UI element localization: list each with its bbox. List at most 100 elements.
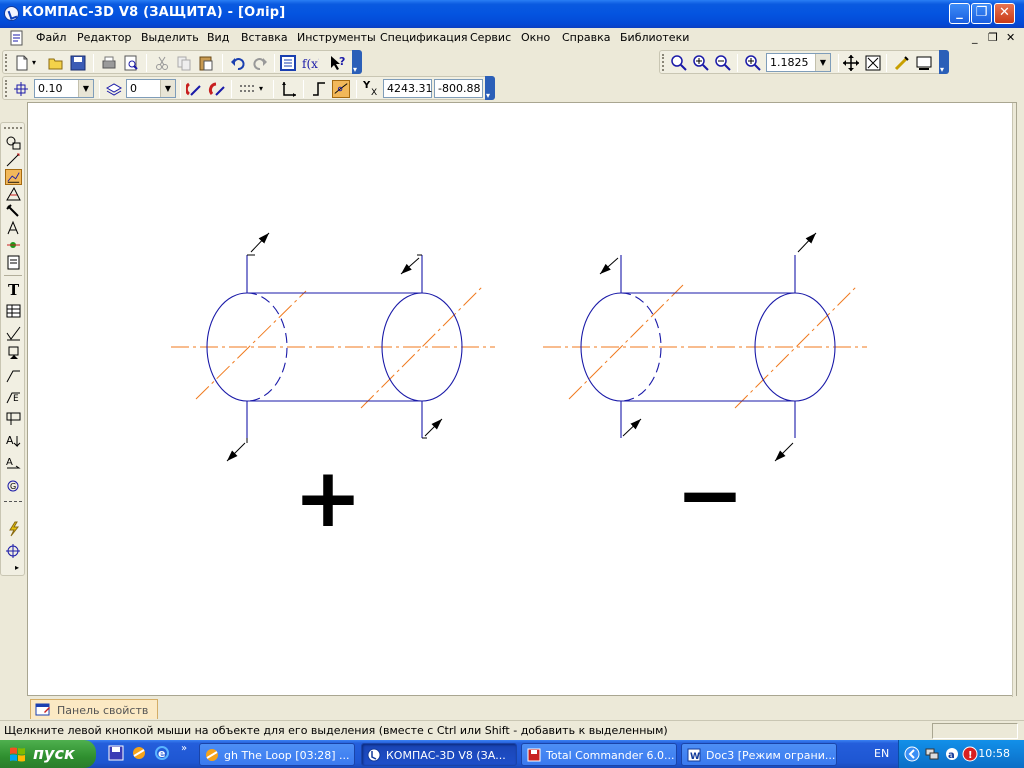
cursor-step-combo[interactable]: 0.10 ▼ <box>34 79 94 98</box>
show-hidden-icons-icon[interactable] <box>904 746 920 762</box>
menu-view[interactable]: Вид <box>207 31 229 44</box>
undo-icon[interactable] <box>229 54 247 72</box>
panel-more-icon[interactable]: ▸ <box>15 563 19 572</box>
coordinate-x-field[interactable]: 4243.31 <box>383 79 433 98</box>
pan-icon[interactable] <box>842 54 860 72</box>
clock[interactable]: 10:58 <box>978 747 1010 760</box>
drawing-canvas[interactable]: + − <box>27 102 1017 697</box>
layers-icon[interactable] <box>105 80 123 98</box>
cut-icon[interactable] <box>153 54 171 72</box>
maximize-button[interactable]: ❐ <box>971 3 992 24</box>
toolbar-grip[interactable] <box>5 80 8 97</box>
start-button[interactable]: пуск <box>0 740 96 768</box>
chevron-down-icon[interactable]: ▼ <box>160 80 175 97</box>
mdi-restore-button[interactable]: ❐ <box>988 31 998 44</box>
language-indicator[interactable]: EN <box>874 747 889 760</box>
menu-select[interactable]: Выделить <box>141 31 199 44</box>
cursor-step-icon[interactable] <box>12 80 30 98</box>
menu-service[interactable]: Сервис <box>470 31 511 44</box>
network-icon[interactable] <box>924 746 940 762</box>
mdi-close-button[interactable]: ✕ <box>1006 31 1015 44</box>
variables-fx-icon[interactable]: f(x) <box>301 54 319 72</box>
document-menu-icon[interactable] <box>8 30 26 46</box>
zoom-in-icon[interactable] <box>692 54 710 72</box>
toolbar-grip[interactable] <box>4 127 22 129</box>
menu-file[interactable]: Файл <box>36 31 66 44</box>
alert-icon[interactable]: ! <box>962 746 978 762</box>
taskbar-item-word-doc[interactable]: W Doc3 [Режим ограни... <box>681 743 837 766</box>
parametrization-icon[interactable] <box>5 186 22 202</box>
select-icon[interactable] <box>5 220 22 236</box>
toolbar-options-icon[interactable] <box>485 76 495 100</box>
taskbar-item-kompas[interactable]: КОМПАС-3D V8 (ЗА... <box>361 743 517 766</box>
menu-editor[interactable]: Редактор <box>77 31 132 44</box>
grid-icon[interactable] <box>238 80 256 98</box>
menu-libraries[interactable]: Библиотеки <box>620 31 689 44</box>
zoom-scale-combo[interactable]: 1.1825 ▼ <box>766 53 831 72</box>
constraints-icon[interactable] <box>5 237 22 253</box>
tab-properties-panel[interactable]: Панель свойств <box>30 699 158 719</box>
print-icon[interactable] <box>100 54 118 72</box>
toolbar-options-icon[interactable] <box>939 50 949 74</box>
zoom-out-icon[interactable] <box>714 54 732 72</box>
copy-icon[interactable] <box>175 54 193 72</box>
show-all-icon[interactable] <box>864 54 882 72</box>
lightning-icon[interactable] <box>5 521 22 537</box>
ortho-mode-icon[interactable] <box>310 80 328 98</box>
toolbar-grip[interactable] <box>662 54 665 71</box>
tolerance-icon[interactable] <box>5 410 22 426</box>
local-cs-icon[interactable] <box>280 80 298 98</box>
menu-insert[interactable]: Вставка <box>241 31 288 44</box>
grid-dropdown-icon[interactable]: ▾ <box>259 84 263 93</box>
menu-help[interactable]: Справка <box>562 31 610 44</box>
new-document-icon[interactable] <box>13 54 31 72</box>
menu-window[interactable]: Окно <box>521 31 550 44</box>
round-mode-icon[interactable] <box>332 80 350 98</box>
dimensions-icon[interactable] <box>5 152 22 168</box>
text-icon[interactable]: T <box>5 281 22 297</box>
table-icon[interactable] <box>5 303 22 319</box>
quicklaunch-save-icon[interactable] <box>108 745 124 761</box>
chevron-down-icon[interactable]: ▼ <box>815 54 830 71</box>
quicklaunch-more-icon[interactable]: » <box>181 743 187 754</box>
leader-icon[interactable] <box>5 368 22 384</box>
right-cylinder[interactable] <box>543 232 867 462</box>
geometry-icon[interactable] <box>5 135 22 151</box>
taskbar-item-total-commander[interactable]: Total Commander 6.0... <box>521 743 677 766</box>
refresh-image-icon[interactable] <box>893 54 911 72</box>
axis-label-icon[interactable]: A <box>5 433 22 449</box>
measure-icon[interactable] <box>5 203 22 219</box>
redo-icon[interactable] <box>251 54 269 72</box>
title-bar[interactable]: КОМПАС-3D V8 (ЗАЩИТА) - [Олір] _ ❐ ✕ <box>0 0 1024 28</box>
zoom-scale-icon[interactable] <box>744 54 762 72</box>
base-icon[interactable] <box>5 345 22 361</box>
quicklaunch-app-icon[interactable] <box>131 745 147 761</box>
taskbar-item-winamp[interactable]: gh The Loop [03:28] ... <box>199 743 355 766</box>
editing-icon[interactable] <box>5 169 22 185</box>
paste-icon[interactable] <box>197 54 215 72</box>
chevron-down-icon[interactable]: ▼ <box>78 80 93 97</box>
mdi-minimize-button[interactable]: _ <box>972 31 978 44</box>
save-icon[interactable] <box>69 54 87 72</box>
menu-specification[interactable]: Спецификация <box>380 31 467 44</box>
position-leader-icon[interactable]: E <box>5 389 22 405</box>
menu-tools[interactable]: Инструменты <box>297 31 376 44</box>
specification-icon[interactable] <box>5 254 22 270</box>
antivirus-icon[interactable]: a <box>944 746 960 762</box>
current-layer-combo[interactable]: 0 ▼ <box>126 79 176 98</box>
kompas-app-icon[interactable] <box>4 6 19 21</box>
print-preview-icon[interactable] <box>122 54 140 72</box>
quicklaunch-ie-icon[interactable]: e <box>154 745 170 761</box>
new-dropdown-icon[interactable]: ▾ <box>32 58 36 67</box>
roughness-icon[interactable] <box>5 325 22 341</box>
open-folder-icon[interactable] <box>47 54 65 72</box>
point-marker-icon[interactable] <box>5 543 22 559</box>
toolbar-grip[interactable] <box>5 54 8 71</box>
coordinate-y-field[interactable]: -800.88 <box>434 79 483 98</box>
view-arrow-icon[interactable]: A <box>5 455 22 471</box>
local-snap-icon[interactable] <box>208 80 226 98</box>
snap-magnet-icon[interactable] <box>186 80 204 98</box>
toolbar-options-icon[interactable] <box>352 50 362 74</box>
minimize-button[interactable]: _ <box>949 3 970 24</box>
document-manager-icon[interactable] <box>279 54 297 72</box>
